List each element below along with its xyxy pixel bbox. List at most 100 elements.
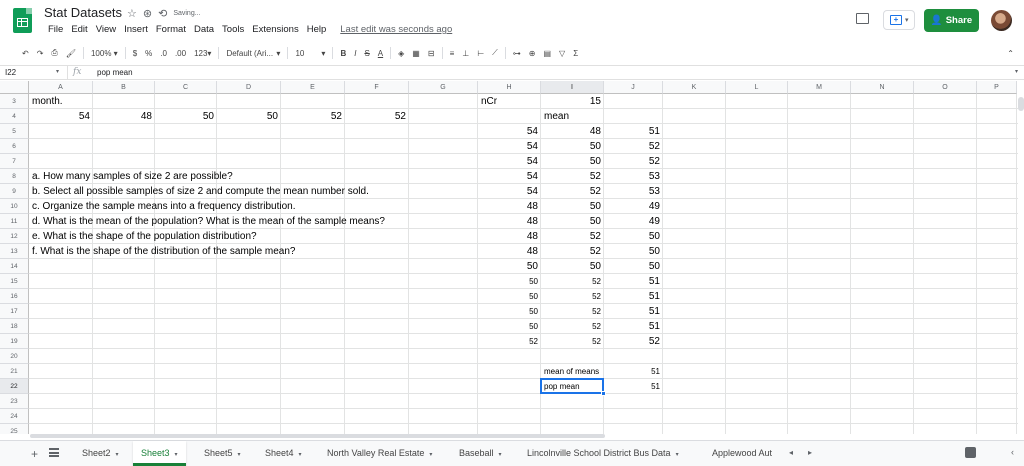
cell-h10[interactable]: 48 bbox=[478, 199, 541, 214]
menu-view[interactable]: View bbox=[92, 24, 120, 35]
column-header-h[interactable]: H bbox=[478, 81, 541, 94]
insert-link-icon[interactable]: ⊶ bbox=[509, 49, 525, 58]
bold-button[interactable]: B bbox=[336, 49, 350, 58]
sheet-tab[interactable]: Sheet2 ▾ bbox=[74, 441, 127, 466]
chevron-down-icon[interactable]: ▾ bbox=[676, 452, 679, 458]
row-header-21[interactable]: 21 bbox=[0, 364, 29, 379]
row-header-12[interactable]: 12 bbox=[0, 229, 29, 244]
menu-help[interactable]: Help bbox=[303, 24, 331, 35]
font-select[interactable]: Default (Ari... ▾ bbox=[222, 49, 284, 58]
menu-format[interactable]: Format bbox=[152, 24, 190, 35]
cell-j7[interactable]: 52 bbox=[604, 154, 663, 169]
row-header-3[interactable]: 3 bbox=[0, 94, 29, 109]
cell-i8[interactable]: 52 bbox=[541, 169, 604, 184]
cell-j9[interactable]: 53 bbox=[604, 184, 663, 199]
cell-i4[interactable]: mean bbox=[541, 109, 572, 124]
cell-j8[interactable]: 53 bbox=[604, 169, 663, 184]
menu-tools[interactable]: Tools bbox=[218, 24, 248, 35]
menu-insert[interactable]: Insert bbox=[120, 24, 152, 35]
all-sheets-icon[interactable] bbox=[49, 448, 59, 457]
last-edit-link[interactable]: Last edit was seconds ago bbox=[336, 24, 456, 35]
cell-a13[interactable]: f. What is the shape of the distribution… bbox=[29, 244, 298, 259]
sheet-tab[interactable]: Sheet3 ▾ bbox=[133, 441, 186, 466]
row-header-15[interactable]: 15 bbox=[0, 274, 29, 289]
cell-i6[interactable]: 50 bbox=[541, 139, 604, 154]
chevron-down-icon[interactable]: ▾ bbox=[175, 452, 178, 458]
increase-decimal-button[interactable]: .00 bbox=[171, 49, 190, 58]
row-header-5[interactable]: 5 bbox=[0, 124, 29, 139]
sheet-tab[interactable]: Sheet4 ▾ bbox=[257, 441, 310, 466]
cell-d4[interactable]: 50 bbox=[217, 109, 281, 124]
column-header-j[interactable]: J bbox=[604, 81, 663, 94]
cell-h3[interactable]: nCr bbox=[478, 94, 500, 109]
cell-c4[interactable]: 50 bbox=[155, 109, 217, 124]
column-header-a[interactable]: A bbox=[29, 81, 93, 94]
cell-a10[interactable]: c. Organize the sample means into a freq… bbox=[29, 199, 298, 214]
side-panel-toggle-icon[interactable]: ‹ bbox=[1011, 447, 1014, 457]
cell-h14[interactable]: 50 bbox=[478, 259, 541, 274]
row-header-10[interactable]: 10 bbox=[0, 199, 29, 214]
cell-h15[interactable]: 50 bbox=[478, 274, 541, 289]
name-box[interactable]: I22 ▾ bbox=[0, 66, 68, 79]
percent-format-button[interactable]: % bbox=[141, 49, 156, 58]
row-header-22[interactable]: 22 bbox=[0, 379, 29, 394]
cell-i17[interactable]: 52 bbox=[541, 304, 604, 319]
cell-h5[interactable]: 54 bbox=[478, 124, 541, 139]
comment-history-icon[interactable] bbox=[856, 13, 869, 24]
fill-color-icon[interactable]: ◈ bbox=[394, 49, 408, 58]
strikethrough-button[interactable]: S bbox=[360, 49, 373, 58]
chevron-down-icon[interactable]: ▾ bbox=[238, 452, 241, 458]
redo-icon[interactable]: ↷ bbox=[33, 49, 48, 58]
row-header-16[interactable]: 16 bbox=[0, 289, 29, 304]
cell-j6[interactable]: 52 bbox=[604, 139, 663, 154]
column-header-k[interactable]: K bbox=[663, 81, 726, 94]
cell-i16[interactable]: 52 bbox=[541, 289, 604, 304]
cell-a11[interactable]: d. What is the mean of the population? W… bbox=[29, 214, 388, 229]
cell-a4[interactable]: 54 bbox=[29, 109, 93, 124]
avatar[interactable] bbox=[991, 10, 1012, 31]
cell-j18[interactable]: 51 bbox=[604, 319, 663, 334]
row-header-25[interactable]: 25 bbox=[0, 424, 29, 434]
fill-handle[interactable] bbox=[601, 391, 606, 396]
column-header-d[interactable]: D bbox=[217, 81, 281, 94]
chevron-down-icon[interactable]: ▾ bbox=[429, 452, 432, 458]
row-header-7[interactable]: 7 bbox=[0, 154, 29, 169]
menu-extensions[interactable]: Extensions bbox=[248, 24, 302, 35]
chevron-down-icon[interactable]: ▾ bbox=[116, 452, 119, 458]
cell-i7[interactable]: 50 bbox=[541, 154, 604, 169]
row-header-4[interactable]: 4 bbox=[0, 109, 29, 124]
borders-icon[interactable]: ▦ bbox=[408, 49, 424, 58]
paint-format-icon[interactable]: 🖌 bbox=[62, 49, 80, 58]
currency-format-button[interactable]: $ bbox=[129, 49, 141, 58]
add-sheet-icon[interactable]: + bbox=[31, 447, 38, 461]
italic-button[interactable]: I bbox=[350, 49, 360, 58]
cell-a3[interactable]: month. bbox=[29, 94, 66, 109]
chevron-down-icon[interactable]: ▾ bbox=[1015, 66, 1018, 79]
cell-h11[interactable]: 48 bbox=[478, 214, 541, 229]
column-header-e[interactable]: E bbox=[281, 81, 345, 94]
column-header-n[interactable]: N bbox=[851, 81, 914, 94]
cell-j15[interactable]: 51 bbox=[604, 274, 663, 289]
sheets-logo-icon[interactable] bbox=[13, 8, 32, 33]
select-all-corner[interactable] bbox=[0, 81, 29, 94]
cell-j22[interactable]: 51 bbox=[604, 379, 663, 394]
present-button[interactable]: + ▾ bbox=[883, 10, 915, 30]
row-header-20[interactable]: 20 bbox=[0, 349, 29, 364]
column-header-f[interactable]: F bbox=[345, 81, 409, 94]
cell-j17[interactable]: 51 bbox=[604, 304, 663, 319]
cell-j11[interactable]: 49 bbox=[604, 214, 663, 229]
scroll-tabs-right-icon[interactable]: ▸ bbox=[808, 448, 812, 457]
sheet-tab[interactable]: Baseball ▾ bbox=[451, 441, 510, 466]
functions-icon[interactable]: Σ bbox=[569, 49, 582, 58]
cell-j14[interactable]: 50 bbox=[604, 259, 663, 274]
insert-chart-icon[interactable]: ▤ bbox=[539, 49, 555, 58]
cell-i5[interactable]: 48 bbox=[541, 124, 604, 139]
cell-h16[interactable]: 50 bbox=[478, 289, 541, 304]
cell-i12[interactable]: 52 bbox=[541, 229, 604, 244]
row-header-24[interactable]: 24 bbox=[0, 409, 29, 424]
cell-f4[interactable]: 52 bbox=[345, 109, 409, 124]
scrollbar-thumb[interactable] bbox=[30, 434, 605, 438]
cell-h19[interactable]: 52 bbox=[478, 334, 541, 349]
row-header-14[interactable]: 14 bbox=[0, 259, 29, 274]
row-header-23[interactable]: 23 bbox=[0, 394, 29, 409]
